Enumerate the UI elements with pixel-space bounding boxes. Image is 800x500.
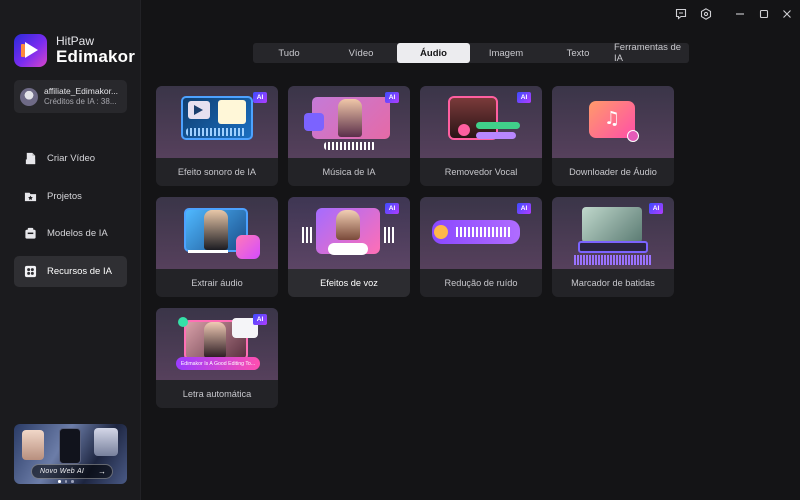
waveform-icon xyxy=(384,227,396,243)
music-note-icon: ♫ xyxy=(604,108,621,129)
card-label: Letra automática xyxy=(182,389,252,399)
promo-portrait-image xyxy=(94,428,118,456)
sidebar-nav: Criar Vídeo Projetos Modelos de IA Recur… xyxy=(14,143,127,293)
person-image xyxy=(336,210,360,240)
sidebar-item-label: Recursos de IA xyxy=(47,265,112,277)
card-label: Removedor Vocal xyxy=(444,167,518,177)
card-removedor-vocal[interactable]: AI Removedor Vocal xyxy=(420,86,542,186)
category-tabs: Tudo Vídeo Áudio Imagem Texto Ferramenta… xyxy=(253,42,689,64)
person-image xyxy=(204,322,226,358)
card-label: Redução de ruído xyxy=(444,278,518,288)
text-note-icon xyxy=(218,100,246,124)
tab-imagem[interactable]: Imagem xyxy=(470,43,542,63)
card-efeitos-de-voz[interactable]: AI Efeitos de voz xyxy=(288,197,410,297)
sidebar-item-label: Criar Vídeo xyxy=(47,153,96,164)
close-icon[interactable] xyxy=(779,6,795,22)
app-logo: HitPaw Edimakor xyxy=(14,34,135,67)
carousel-dot[interactable] xyxy=(64,480,67,483)
voice-avatars xyxy=(328,243,368,255)
ai-badge: AI xyxy=(517,203,531,214)
sidebar-item-criar-video[interactable]: Criar Vídeo xyxy=(14,143,127,174)
concert-image xyxy=(582,207,642,243)
singer-image xyxy=(338,99,362,137)
sidebar-item-recursos-de-ia[interactable]: Recursos de IA xyxy=(14,255,127,287)
sidebar-item-label: Modelos de IA xyxy=(47,228,108,239)
card-label: Extrair áudio xyxy=(191,278,243,288)
waveform-icon xyxy=(302,227,314,243)
template-box-icon xyxy=(24,227,37,240)
play-icon xyxy=(194,105,203,115)
minimize-icon[interactable] xyxy=(732,6,748,22)
waveform-icon xyxy=(324,142,376,150)
arrow-right-icon: → xyxy=(98,467,106,476)
avatar xyxy=(20,87,38,106)
carousel-dot[interactable] xyxy=(71,480,74,483)
card-musica-de-ia[interactable]: AI Música de IA xyxy=(288,86,410,186)
tab-texto[interactable]: Texto xyxy=(542,43,614,63)
card-thumbnail xyxy=(156,197,278,269)
card-label: Música de IA xyxy=(322,167,376,177)
promo-label: Novo Web AI xyxy=(40,468,85,475)
sidebar: HitPaw Edimakor affiliate_Edimakor... Cr… xyxy=(0,0,141,500)
tab-tudo[interactable]: Tudo xyxy=(253,43,325,63)
card-marcador-de-batidas[interactable]: AI Marcador de batidas xyxy=(552,197,674,297)
ai-badge: AI xyxy=(649,203,663,214)
card-reducao-de-ruido[interactable]: AI Redução de ruído xyxy=(420,197,542,297)
tab-video[interactable]: Vídeo xyxy=(325,43,397,63)
vocal-track-bar xyxy=(476,122,520,129)
lyric-caption: Edimakor Is A Good Editing To... xyxy=(176,357,260,370)
ai-badge: AI xyxy=(253,92,267,103)
account-name: affiliate_Edimakor... xyxy=(44,86,119,97)
account-card[interactable]: affiliate_Edimakor... Créditos de IA : 3… xyxy=(14,80,127,113)
microphone-icon xyxy=(458,124,470,136)
card-letra-automatica[interactable]: Edimakor Is A Good Editing To... AI Letr… xyxy=(156,308,278,408)
edimakor-logo-icon xyxy=(14,34,47,67)
brand-name-line1: HitPaw xyxy=(56,33,95,48)
brand-name-line2: Edimakor xyxy=(56,46,136,66)
download-icon xyxy=(627,130,639,142)
card-label: Efeito sonoro de IA xyxy=(177,167,257,177)
settings-icon[interactable] xyxy=(698,6,714,22)
tab-ferramentas-de-ia[interactable]: Ferramentas de IA xyxy=(614,42,689,64)
waveform-icon xyxy=(456,227,512,237)
promo-cta-button[interactable]: Novo Web AI → xyxy=(31,464,113,479)
person-image xyxy=(204,210,228,250)
feedback-icon[interactable] xyxy=(673,6,689,22)
card-downloader-de-audio[interactable]: ♫ Downloader de Áudio xyxy=(552,86,674,186)
waveform-icon xyxy=(574,255,652,265)
promo-portrait-image xyxy=(22,430,44,460)
sparkle-icon xyxy=(178,317,188,327)
sidebar-item-projetos[interactable]: Projetos xyxy=(14,181,127,212)
sidebar-item-modelos-de-ia[interactable]: Modelos de IA xyxy=(14,218,127,249)
carousel-dot[interactable] xyxy=(58,480,61,483)
waveform-icon xyxy=(186,128,246,136)
card-label: Downloader de Áudio xyxy=(569,167,657,177)
card-extrair-audio[interactable]: Extrair áudio xyxy=(156,197,278,297)
folder-star-icon xyxy=(24,190,37,203)
card-thumbnail: ♫ xyxy=(552,86,674,158)
promo-phone-image xyxy=(59,428,81,464)
video-file-icon xyxy=(24,152,37,165)
ai-badge: AI xyxy=(385,92,399,103)
music-track-bar xyxy=(476,132,516,139)
beat-markers xyxy=(578,241,648,253)
card-efeito-sonoro-de-ia[interactable]: AI Efeito sonoro de IA xyxy=(156,86,278,186)
ai-badge: AI xyxy=(385,203,399,214)
film-reel-icon xyxy=(24,265,37,278)
music-note-icon xyxy=(304,113,324,131)
tab-audio[interactable]: Áudio xyxy=(397,43,470,63)
sidebar-item-label: Projetos xyxy=(47,190,82,202)
carousel-dots xyxy=(58,480,74,483)
ai-badge: AI xyxy=(517,92,531,103)
promo-banner[interactable]: Novo Web AI → xyxy=(14,424,127,484)
ai-credits: Créditos de IA : 38... xyxy=(44,96,117,106)
audio-wave-icon xyxy=(236,235,260,259)
ai-badge: AI xyxy=(253,314,267,325)
card-label: Efeitos de voz xyxy=(320,278,378,288)
maximize-icon[interactable] xyxy=(756,6,772,22)
progress-bar xyxy=(188,250,228,253)
card-label: Marcador de batidas xyxy=(571,278,655,288)
noise-icon xyxy=(434,225,448,239)
